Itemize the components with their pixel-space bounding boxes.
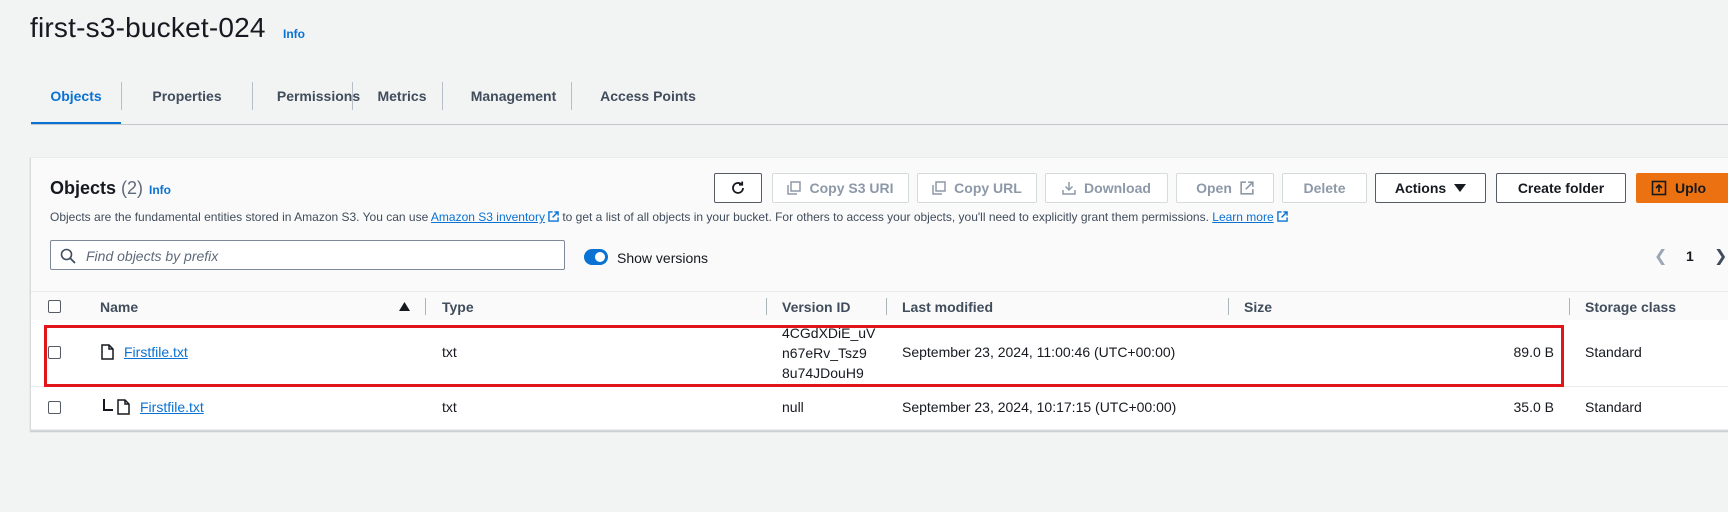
page-title: first-s3-bucket-024 — [30, 12, 266, 43]
upload-icon — [1651, 180, 1667, 196]
column-header-storage-class[interactable]: Storage class — [1585, 299, 1676, 315]
tab-bar: Objects Properties Permissions Metrics M… — [31, 76, 1728, 125]
refresh-icon — [732, 181, 744, 194]
column-header-version-id[interactable]: Version ID — [782, 299, 850, 315]
objects-description: Objects are the fundamental entities sto… — [50, 210, 1288, 224]
file-icon — [117, 399, 130, 415]
title-info-link[interactable]: Info — [283, 27, 305, 41]
copy-icon — [787, 181, 802, 195]
tabs-divider — [31, 124, 1728, 125]
column-header-size[interactable]: Size — [1244, 299, 1272, 315]
object-size: 89.0 B — [1513, 344, 1554, 360]
tab-objects[interactable]: Objects — [31, 76, 121, 125]
version-branch-icon — [103, 399, 113, 411]
select-all-checkbox[interactable] — [48, 300, 61, 313]
objects-title: Objects — [50, 178, 117, 198]
create-folder-button[interactable]: Create folder — [1496, 173, 1626, 203]
copy-icon — [932, 181, 946, 195]
tab-metrics[interactable]: Metrics — [361, 76, 443, 122]
row-checkbox[interactable] — [48, 346, 61, 359]
copy-s3-uri-button[interactable]: Copy S3 URI — [772, 173, 909, 203]
file-icon — [101, 344, 114, 360]
column-header-name[interactable]: Name — [100, 299, 138, 315]
previous-page-icon[interactable]: ❮ — [1654, 246, 1667, 266]
download-button[interactable]: Download — [1045, 173, 1168, 203]
sort-ascending-icon[interactable] — [399, 302, 410, 311]
version-id: null — [782, 399, 804, 415]
show-versions-toggle[interactable] — [584, 249, 608, 265]
external-link-icon — [1276, 211, 1288, 222]
page-number[interactable]: 1 — [1686, 248, 1694, 264]
tab-separator — [121, 82, 122, 110]
tab-separator — [352, 82, 353, 110]
search-input[interactable] — [84, 245, 558, 267]
open-button[interactable]: Open — [1176, 173, 1274, 203]
object-name-link[interactable]: Firstfile.txt — [124, 344, 188, 360]
last-modified: September 23, 2024, 11:00:46 (UTC+00:00) — [902, 344, 1176, 360]
upload-button[interactable]: Uplo — [1636, 173, 1728, 203]
object-type: txt — [442, 399, 457, 415]
objects-info-link[interactable]: Info — [149, 183, 171, 197]
inventory-link[interactable]: Amazon S3 inventory — [431, 210, 545, 224]
tab-access-points[interactable]: Access Points — [581, 76, 715, 122]
tab-separator — [571, 82, 572, 110]
row-checkbox[interactable] — [48, 401, 61, 414]
show-versions-label: Show versions — [617, 250, 709, 266]
object-name-link[interactable]: Firstfile.txt — [140, 399, 204, 415]
table-header: Name Type Version ID Last modified Size … — [31, 291, 1728, 321]
objects-panel: Objects (2) Info Objects are the fundame… — [30, 157, 1728, 431]
tab-separator — [252, 82, 253, 110]
actions-dropdown[interactable]: Actions — [1375, 173, 1486, 203]
objects-count: (2) — [121, 178, 144, 198]
download-icon — [1062, 182, 1076, 195]
table-row[interactable]: Firstfile.txt txt 4CGdXDiE_uV n67eRv_Tsz… — [31, 320, 1728, 387]
column-header-last-modified[interactable]: Last modified — [902, 299, 993, 315]
search-box — [50, 240, 565, 270]
object-type: txt — [442, 344, 457, 360]
tab-properties[interactable]: Properties — [131, 76, 243, 122]
learn-more-link[interactable]: Learn more — [1212, 210, 1273, 224]
column-header-type[interactable]: Type — [442, 299, 474, 315]
tab-management[interactable]: Management — [451, 76, 576, 122]
caret-down-icon — [1454, 184, 1467, 192]
copy-url-button[interactable]: Copy URL — [917, 173, 1037, 203]
last-modified: September 23, 2024, 10:17:15 (UTC+00:00) — [902, 399, 1177, 415]
object-size: 35.0 B — [1513, 399, 1554, 415]
tab-separator — [442, 82, 443, 110]
refresh-button[interactable] — [714, 173, 762, 203]
storage-class: Standard — [1585, 399, 1642, 415]
objects-heading: Objects (2) — [50, 178, 143, 199]
external-link-icon — [1240, 181, 1254, 195]
storage-class: Standard — [1585, 344, 1642, 360]
next-page-icon[interactable]: ❯ — [1714, 246, 1727, 266]
delete-button[interactable]: Delete — [1282, 173, 1367, 203]
tab-permissions[interactable]: Permissions — [261, 76, 376, 122]
version-id: 4CGdXDiE_uV n67eRv_Tsz9 8u74JDouH9 — [782, 325, 876, 381]
table-row[interactable]: Firstfile.txt txt null September 23, 202… — [31, 387, 1728, 430]
external-link-icon — [548, 211, 559, 222]
search-icon — [60, 248, 76, 264]
